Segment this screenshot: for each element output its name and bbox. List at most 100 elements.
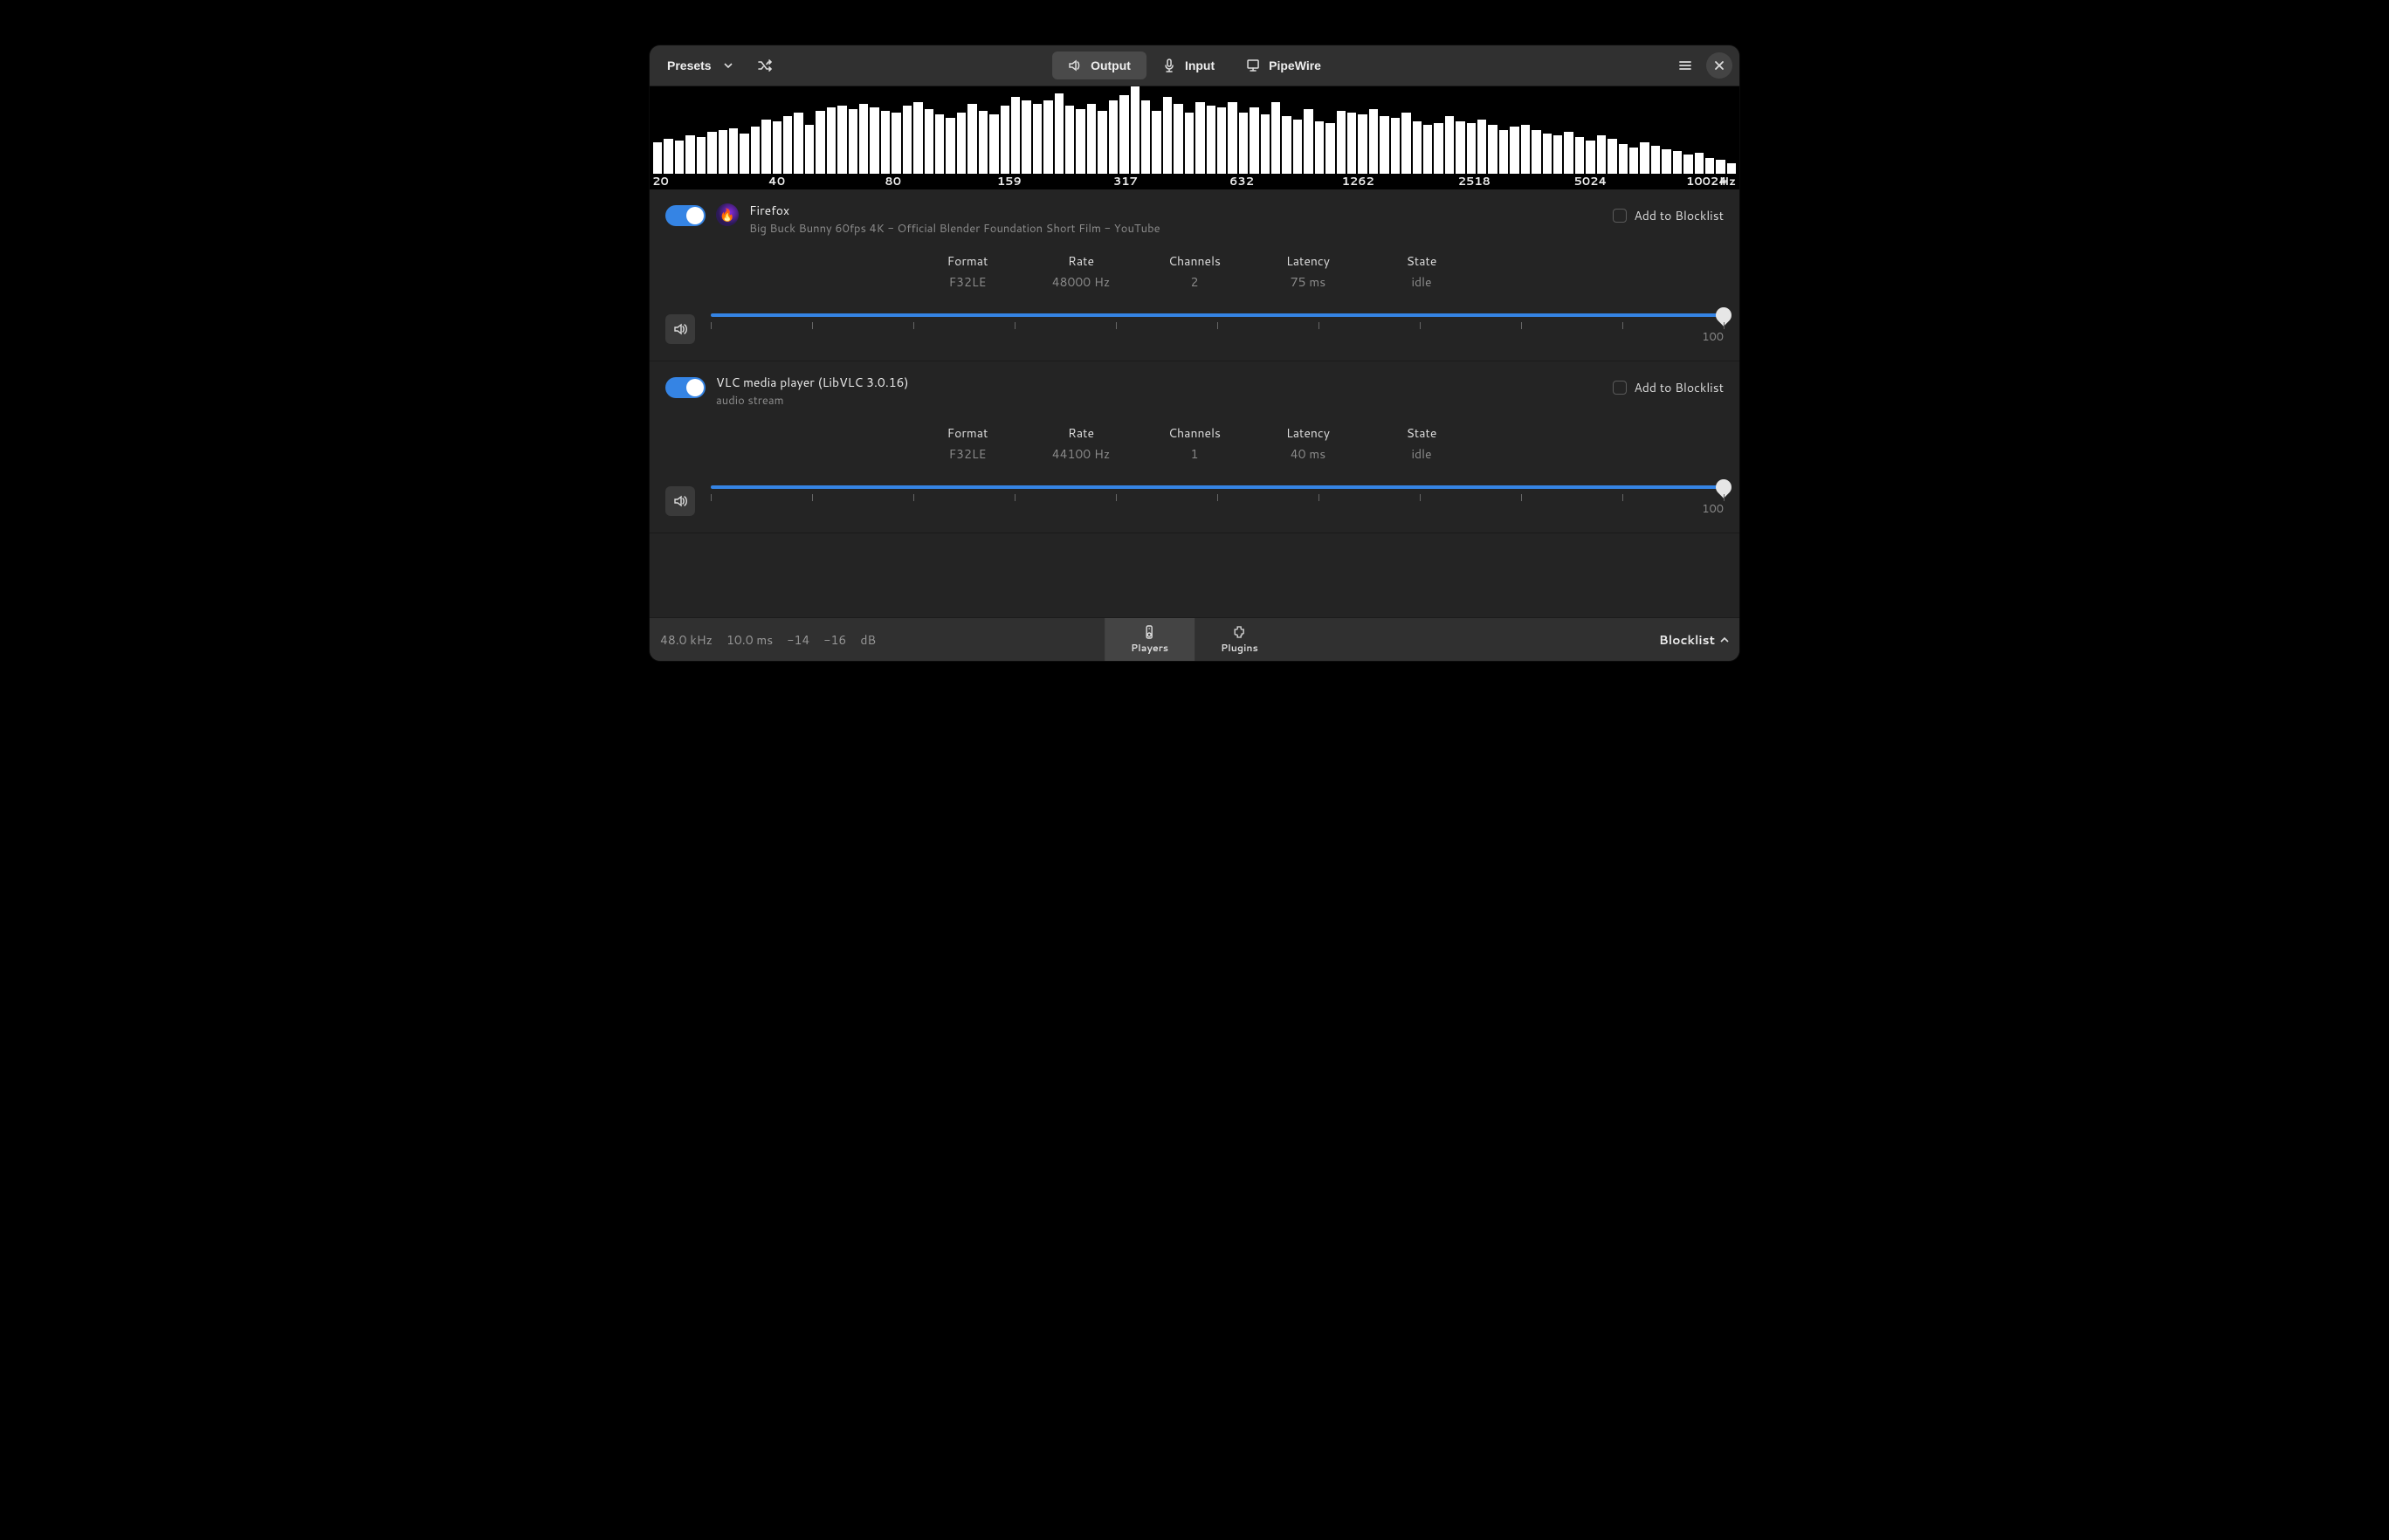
spectrum-bar: [1131, 86, 1139, 174]
spectrum-bar: [1098, 111, 1106, 174]
spectrum-bar: [1055, 93, 1064, 174]
mute-button[interactable]: [665, 486, 695, 516]
player-name: VLC media player (LibVLC 3.0.16): [716, 374, 1602, 391]
headerbar: Presets Output Input PipeWire: [650, 45, 1739, 86]
spectrum-bar: [1043, 100, 1052, 174]
footer-tab-players[interactable]: Players: [1105, 618, 1194, 661]
spectrum-bar: [1304, 109, 1312, 174]
spectrum-bar: [1499, 130, 1508, 174]
spectrum-bar: [1445, 116, 1454, 174]
spectrum-bar: [761, 120, 770, 174]
spectrum-bar: [1152, 111, 1160, 174]
spectrum-bar: [816, 111, 824, 174]
spectrum-bar: [1456, 121, 1464, 174]
volume-slider[interactable]: [711, 313, 1724, 317]
spectrum-bar: [1662, 149, 1670, 174]
blocklist-label: Blocklist: [1659, 631, 1715, 649]
stat-latency-value: 75 ms: [1277, 273, 1339, 291]
add-to-blocklist[interactable]: Add to Blocklist: [1613, 207, 1724, 224]
spectrum-bar: [1185, 113, 1194, 174]
stat-rate-label: Rate: [1050, 424, 1112, 442]
player-subtitle: audio stream: [716, 393, 1602, 409]
spectrum-bar: [989, 114, 998, 174]
spectrum-bar: [1543, 134, 1552, 174]
spectrum-bar: [1261, 114, 1270, 174]
spectrum-bar: [925, 109, 933, 174]
frequency-axis: 20408015931763212622518502410024Hz: [650, 174, 1739, 189]
empty-area: [650, 533, 1739, 617]
spectrum-bar: [1553, 135, 1562, 174]
spectrum-bar: [783, 116, 792, 174]
stat-channels-label: Channels: [1164, 424, 1225, 442]
spectrum-bar: [1640, 142, 1649, 174]
menu-button[interactable]: [1670, 52, 1701, 79]
footer-level-left: -14: [787, 631, 809, 649]
freq-label: 159: [997, 174, 1022, 189]
mute-button[interactable]: [665, 314, 695, 344]
footer-stats: 48.0 kHz 10.0 ms -14 -16 dB: [660, 631, 876, 649]
tab-output[interactable]: Output: [1052, 52, 1146, 79]
stat-format-value: F32LE: [937, 445, 998, 463]
spectrum-bar: [1141, 100, 1150, 174]
spectrum-bar: [1250, 107, 1258, 174]
stat-latency-value: 40 ms: [1277, 445, 1339, 463]
spectrum-bar: [967, 104, 976, 174]
spectrum-bar: [849, 109, 857, 174]
spectrum-bar: [837, 106, 846, 174]
spectrum-bar: [1683, 155, 1692, 174]
footer-latency: 10.0 ms: [726, 631, 773, 649]
stat-latency-label: Latency: [1277, 252, 1339, 270]
enable-toggle[interactable]: [665, 205, 706, 226]
spectrum-bar: [751, 127, 760, 174]
spectrum-bar: [1423, 125, 1432, 174]
add-to-blocklist[interactable]: Add to Blocklist: [1613, 379, 1724, 396]
spectrum-bar: [1282, 116, 1291, 174]
stat-format-label: Format: [937, 252, 998, 270]
blocklist-text: Add to Blocklist: [1634, 379, 1724, 396]
spectrum-bar: [1174, 104, 1182, 174]
spectrum-bar: [1434, 123, 1442, 174]
firefox-icon: [716, 203, 739, 226]
spectrum-bar: [1228, 102, 1236, 174]
spectrum-bar: [859, 104, 868, 174]
presets-label: Presets: [667, 58, 712, 72]
spectrum-bar: [1358, 114, 1367, 174]
spectrum-bar: [1564, 132, 1573, 174]
blocklist-button[interactable]: Blocklist: [1659, 631, 1729, 649]
stat-channels-value: 1: [1164, 445, 1225, 463]
speaker-out-icon: [1068, 58, 1082, 72]
spectrum-bar: [957, 113, 966, 174]
player-stats: FormatF32LE Rate44100 Hz Channels1 Laten…: [665, 424, 1724, 463]
tab-pipewire[interactable]: PipeWire: [1230, 52, 1337, 79]
spectrum-bar: [1315, 121, 1324, 174]
spectrum-bar: [903, 106, 912, 174]
presets-button[interactable]: Presets: [657, 52, 743, 79]
spectrum-bar: [1629, 148, 1638, 174]
shuffle-button[interactable]: [748, 51, 781, 80]
footer-tab-plugins[interactable]: Plugins: [1194, 618, 1284, 661]
spectrum-bar: [1727, 163, 1736, 174]
spectrum-analyzer: 20408015931763212622518502410024Hz: [650, 86, 1739, 189]
tab-input[interactable]: Input: [1146, 52, 1230, 79]
enable-toggle[interactable]: [665, 377, 706, 398]
spectrum-bar: [1033, 104, 1042, 174]
stat-latency-label: Latency: [1277, 424, 1339, 442]
player-row: VLC media player (LibVLC 3.0.16) audio s…: [650, 361, 1739, 533]
slider-ticks: [711, 322, 1724, 331]
players-list: Firefox Big Buck Bunny 60fps 4K - Offici…: [650, 189, 1739, 533]
hz-label: Hz: [1719, 174, 1736, 189]
spectrum-bar: [1673, 151, 1682, 174]
tab-input-label: Input: [1185, 58, 1215, 72]
freq-label: 80: [885, 174, 901, 189]
spectrum-bar: [913, 102, 922, 174]
spectrum-bar: [664, 139, 672, 174]
close-button[interactable]: [1706, 52, 1732, 79]
volume-slider[interactable]: [711, 485, 1724, 489]
spectrum-bar: [1413, 121, 1422, 174]
spectrum-bar: [653, 142, 662, 174]
spectrum-bar: [1011, 97, 1020, 174]
spectrum-bar: [1022, 100, 1030, 174]
hamburger-icon: [1678, 58, 1692, 72]
player-subtitle: Big Buck Bunny 60fps 4K - Official Blend…: [749, 221, 1602, 237]
freq-label: 2518: [1458, 174, 1491, 189]
